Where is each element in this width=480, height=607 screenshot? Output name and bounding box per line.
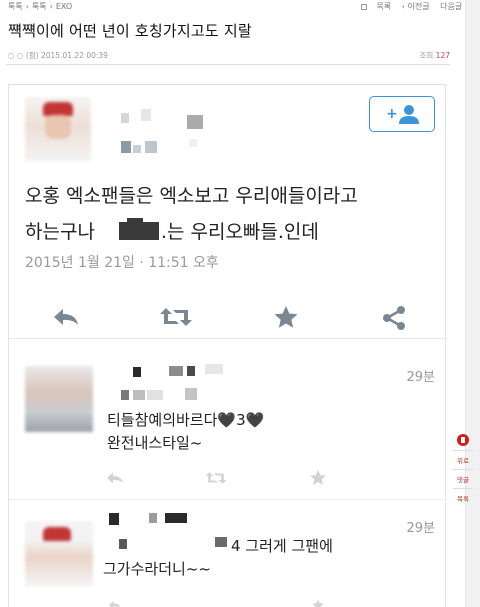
tweet-text-fragment: 하는구나	[25, 221, 95, 243]
reply-icon[interactable]	[105, 470, 125, 486]
comments-button[interactable]: 댓글	[453, 469, 473, 488]
post-title: 쨱쨱이에 어떤 년이 호칭가지고도 지랄	[8, 22, 252, 40]
svg-text:+: +	[386, 106, 398, 122]
avatar	[25, 97, 91, 161]
views-label: 조회	[419, 51, 434, 60]
tweet-card: + 오홍 엑소팬들은 엑소보고 우리애들이라고 하는구나 .는 우리오빠들.인데 …	[8, 84, 447, 607]
avatar	[25, 366, 93, 432]
reply-line: 완전내스타일~	[107, 434, 203, 452]
site-logo-icon	[457, 434, 469, 446]
side-quick-menu: 위로 댓글 목록	[453, 434, 473, 507]
avatar	[25, 521, 93, 587]
breadcrumb-separator: ›	[49, 2, 53, 11]
reply-line: 4 그러게 그팬에	[231, 537, 333, 555]
page-scrollbar[interactable]	[465, 0, 480, 607]
add-user-icon: +	[386, 105, 419, 124]
star-icon[interactable]	[309, 599, 327, 607]
reply-line: 티들참예의바르다🖤3🖤	[107, 411, 265, 429]
breadcrumb-item[interactable]: 톡톡	[8, 2, 23, 11]
author-meta: ○ ○ (펌) 2015.01.22 00:39	[8, 51, 108, 60]
reply-line: 그가수라더니~~	[103, 560, 211, 578]
tweet-text-fragment: .는 우리오빠들.인데	[160, 221, 319, 243]
tweet-line: 오홍 엑소팬들은 엑소보고 우리애들이라고	[25, 185, 358, 207]
retweet-icon[interactable]	[159, 305, 193, 329]
star-icon[interactable]	[273, 305, 299, 329]
title-divider	[6, 64, 450, 65]
post-meta: ○ ○ (펌) 2015.01.22 00:39	[8, 50, 108, 61]
list-icon	[360, 4, 367, 10]
prev-post-link[interactable]: ‹ 이전글	[402, 2, 430, 11]
view-count: 조회 127	[419, 50, 450, 61]
list-link[interactable]: 목록	[360, 2, 391, 11]
list-button[interactable]: 목록	[453, 488, 473, 507]
reply-icon[interactable]	[105, 599, 125, 607]
scroll-top-button[interactable]: 위로	[453, 450, 473, 469]
reply-item: 29분 4 그러게 그팬에 그가수라더니~~	[9, 501, 447, 607]
breadcrumb: 톡톡 › 톡톡 › EXO 목록 ‹ 이전글 다음글 ›	[0, 0, 480, 12]
tweet-timestamp: 2015년 1월 21일 · 11:51 오후	[25, 255, 219, 271]
tweet-text: 오홍 엑소팬들은 엑소보고 우리애들이라고 하는구나 .는 우리오빠들.인데	[25, 178, 435, 250]
next-post-link[interactable]: 다음글 ›	[440, 2, 468, 11]
breadcrumb-item[interactable]: 톡톡	[32, 2, 47, 11]
reply-item: 29분 티들참예의바르다🖤3🖤 완전내스타일~	[9, 340, 447, 500]
censor-block	[118, 218, 159, 240]
tweet-actions	[9, 291, 447, 339]
reply-time: 29분	[406, 521, 435, 536]
star-icon[interactable]	[309, 469, 327, 486]
retweet-icon[interactable]	[205, 470, 227, 486]
follow-button[interactable]: +	[369, 96, 435, 132]
breadcrumb-separator: ›	[25, 2, 29, 11]
reply-icon[interactable]	[51, 305, 81, 329]
reply-time: 29분	[406, 370, 435, 385]
reply-text: 4 그러게 그팬에 그가수라더니~~	[103, 535, 333, 581]
views-number: 127	[435, 51, 450, 60]
breadcrumb-item[interactable]: EXO	[56, 2, 72, 11]
share-icon[interactable]	[381, 305, 407, 331]
reply-text: 티들참예의바르다🖤3🖤 완전내스타일~	[107, 409, 264, 455]
tweet-line: 하는구나 .는 우리오빠들.인데	[25, 214, 435, 250]
